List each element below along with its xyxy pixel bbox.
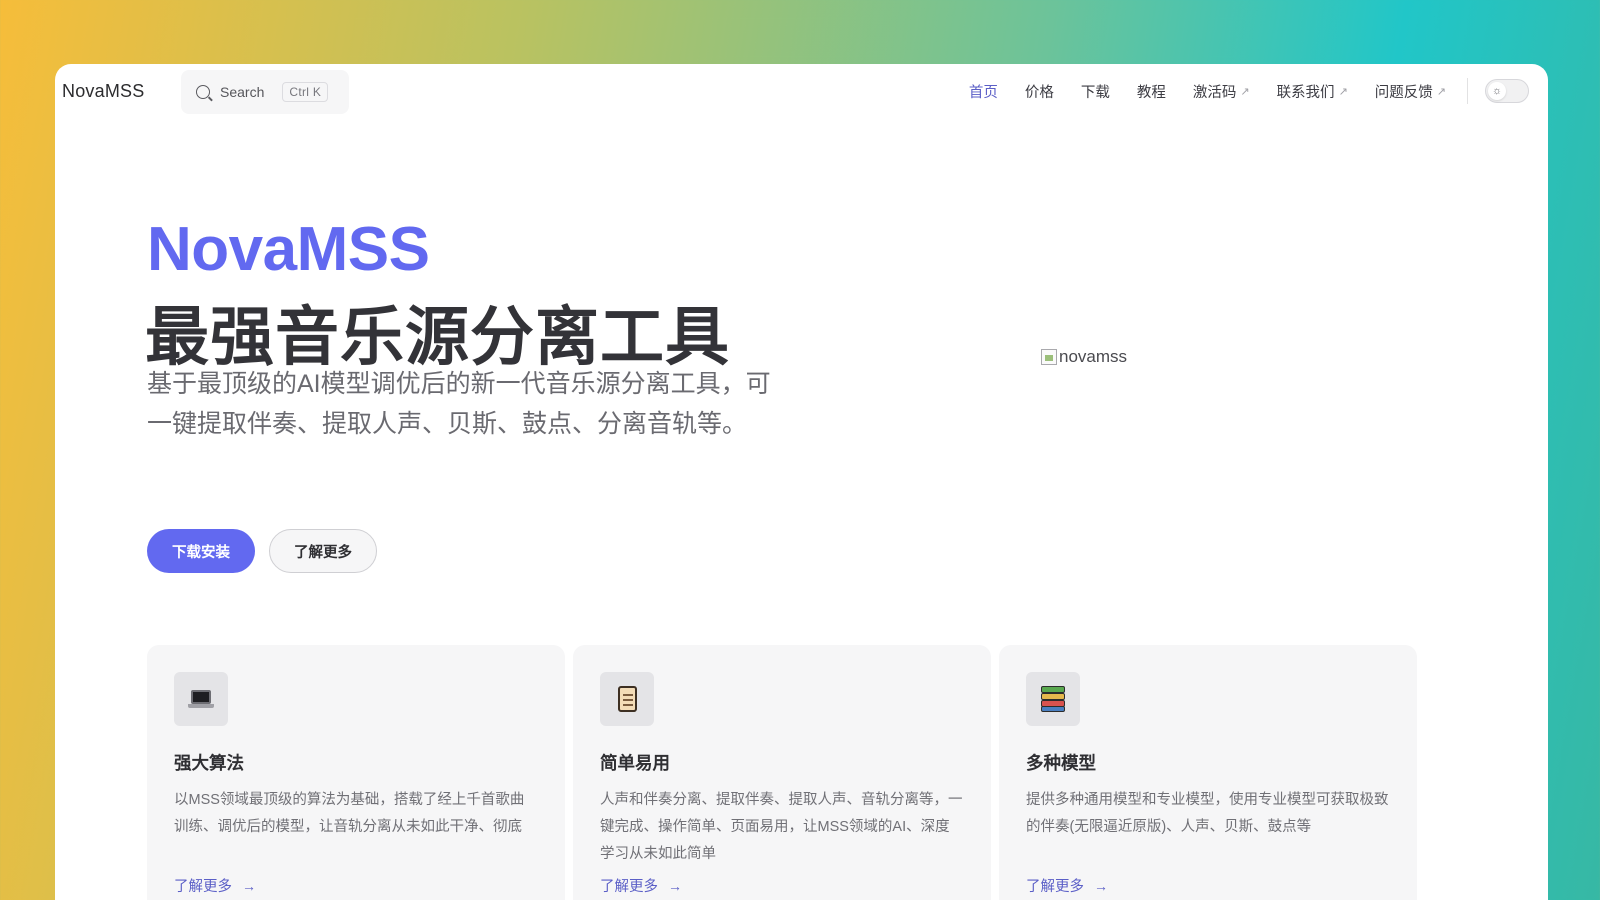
feature-card-algorithm: 强大算法 以MSS领域最顶级的算法为基础，搭载了经上千首歌曲训练、调优后的模型，… xyxy=(147,645,565,900)
nav-item-label: 联系我们 xyxy=(1276,84,1335,101)
feature-learn-more-link[interactable]: 了解更多 → xyxy=(600,875,682,896)
scroll-icon xyxy=(600,672,654,726)
nav-item-home[interactable]: 首页 xyxy=(969,81,998,102)
feature-title: 简单易用 xyxy=(600,753,670,773)
feature-learn-more-link[interactable]: 了解更多 → xyxy=(1026,875,1108,896)
download-install-button[interactable]: 下载安装 xyxy=(147,529,255,573)
hero-image-alt: novamss xyxy=(1059,347,1128,366)
feature-description: 以MSS领域最顶级的算法为基础，搭载了经上千首歌曲训练、调优后的模型，让音轨分离… xyxy=(174,792,525,835)
hero-description: 基于最顶级的AI模型调优后的新一代音乐源分离工具，可一键提取伴奏、提取人声、贝斯… xyxy=(147,370,771,438)
laptop-icon xyxy=(174,672,228,726)
nav-item-pricing[interactable]: 价格 xyxy=(1025,81,1054,102)
external-link-icon: ↗ xyxy=(1240,85,1250,98)
brand-logo[interactable]: NovaMSS xyxy=(62,81,144,102)
search-placeholder: Search xyxy=(220,84,265,100)
nav-item-label: 首页 xyxy=(968,84,998,101)
arrow-right-icon: → xyxy=(668,877,682,894)
nav-item-activation-code[interactable]: 激活码 ↗ xyxy=(1193,81,1250,102)
feature-link-label: 了解更多 xyxy=(1026,879,1084,895)
feature-card-models: 多种模型 提供多种通用模型和专业模型，使用专业模型可获取极致的伴奏(无限逼近原版… xyxy=(999,645,1417,900)
arrow-right-icon: → xyxy=(1094,877,1108,894)
feature-title: 强大算法 xyxy=(174,753,244,773)
nav-item-label: 教程 xyxy=(1136,84,1166,101)
search-icon xyxy=(196,85,210,99)
nav-item-feedback[interactable]: 问题反馈 ↗ xyxy=(1375,81,1446,102)
feature-title: 多种模型 xyxy=(1026,753,1096,773)
browser-window: NovaMSS Search Ctrl K 首页 价格 下载 教程 激活码 ↗ 联… xyxy=(55,64,1548,900)
external-link-icon: ↗ xyxy=(1338,85,1348,98)
hero-name: NovaMSS xyxy=(147,215,430,284)
nav-item-tutorial[interactable]: 教程 xyxy=(1137,81,1166,102)
feature-description: 人声和伴奏分离、提取伴奏、提取人声、音轨分离等，一键完成、操作简单、页面易用，让… xyxy=(600,792,963,862)
arrow-right-icon: → xyxy=(242,877,256,894)
search-shortcut-badge: Ctrl K xyxy=(282,82,329,102)
search-button[interactable]: Search Ctrl K xyxy=(181,70,349,114)
sun-icon: ☼ xyxy=(1488,82,1506,100)
feature-link-label: 了解更多 xyxy=(600,879,658,895)
books-icon xyxy=(1026,672,1080,726)
feature-description: 提供多种通用模型和专业模型，使用专业模型可获取极致的伴奏(无限逼近原版)、人声、… xyxy=(1026,792,1389,835)
nav-item-contact[interactable]: 联系我们 ↗ xyxy=(1277,81,1348,102)
nav-item-label: 激活码 xyxy=(1192,84,1237,101)
nav-item-label: 下载 xyxy=(1080,84,1110,101)
theme-toggle[interactable]: ☼ xyxy=(1485,79,1529,103)
feature-card-easy: 简单易用 人声和伴奏分离、提取伴奏、提取人声、音轨分离等，一键完成、操作简单、页… xyxy=(573,645,991,900)
nav-item-label: 问题反馈 xyxy=(1374,84,1433,101)
feature-learn-more-link[interactable]: 了解更多 → xyxy=(174,875,256,896)
top-navbar: NovaMSS Search Ctrl K 首页 价格 下载 教程 激活码 ↗ 联… xyxy=(55,64,1548,118)
feature-link-label: 了解更多 xyxy=(174,879,232,895)
nav-item-label: 价格 xyxy=(1024,84,1054,101)
nav-divider xyxy=(1467,78,1468,104)
learn-more-button[interactable]: 了解更多 xyxy=(269,529,377,573)
nav-menu: 首页 价格 下载 教程 激活码 ↗ 联系我们 ↗ 问题反馈 ↗ xyxy=(942,64,1446,118)
broken-image-icon xyxy=(1041,349,1057,365)
hero-image-broken: novamss xyxy=(1041,347,1127,367)
nav-item-download[interactable]: 下载 xyxy=(1081,81,1110,102)
external-link-icon: ↗ xyxy=(1436,85,1446,98)
